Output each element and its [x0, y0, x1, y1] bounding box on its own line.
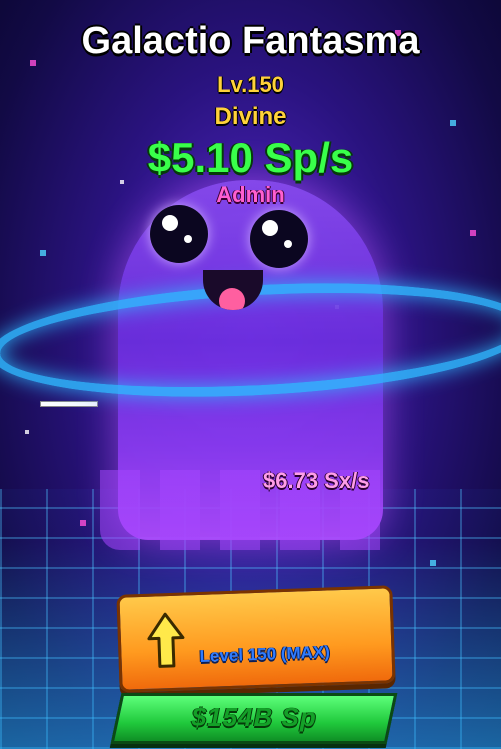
- cost-label: $154B Sp: [191, 702, 317, 732]
- arrow-up-icon: [147, 612, 185, 668]
- decor-bar: [40, 401, 98, 407]
- sparkle: [80, 520, 86, 526]
- sparkle: [40, 250, 46, 256]
- upgrade-level-button[interactable]: Level 150 (MAX): [116, 585, 396, 693]
- pet-rate: $5.10 Sp/s: [147, 134, 354, 181]
- pet-name: Galactio Fantasma: [81, 20, 420, 62]
- pet-owner: Admin: [216, 182, 285, 207]
- sparkle: [430, 560, 436, 566]
- sparkle: [25, 430, 29, 434]
- pet-left-eye: [150, 205, 208, 263]
- pet-level: Lv.150: [217, 72, 284, 97]
- pet-right-eye: [250, 210, 308, 268]
- sparkle: [470, 230, 476, 236]
- pet-rarity: Divine: [214, 103, 287, 130]
- floating-rate: $6.73 Sx/s: [263, 468, 370, 493]
- upgrade-label: Level 150 (MAX): [199, 642, 331, 666]
- cost-button[interactable]: $154B Sp: [110, 693, 398, 744]
